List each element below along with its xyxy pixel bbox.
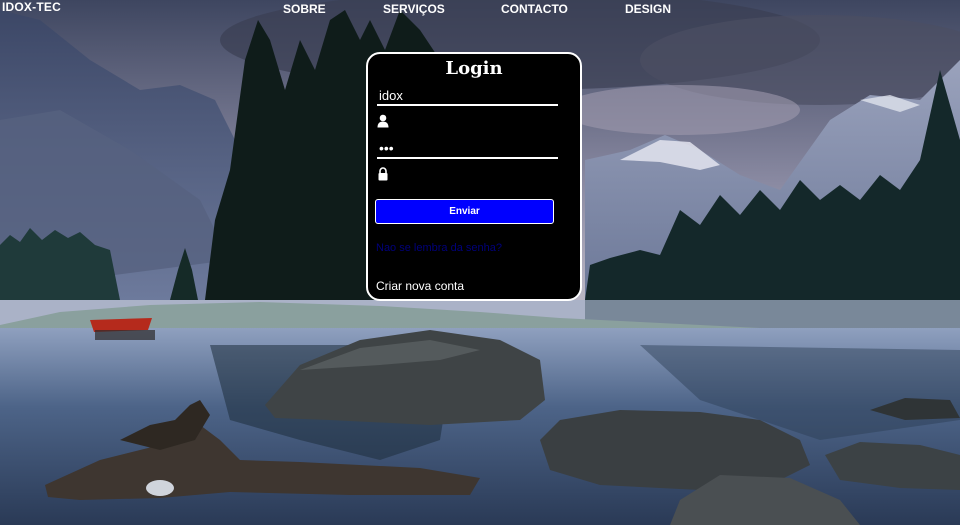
submit-button[interactable]: Enviar [375, 199, 554, 224]
forgot-password-link[interactable]: Nao se lembra da senha? [376, 242, 502, 254]
user-icon [377, 114, 389, 128]
login-panel: Login Enviar Nao se lembra da senha? Cri… [366, 52, 582, 301]
lock-icon [378, 167, 388, 181]
nav-link-contacto[interactable]: CONTACTO [501, 2, 568, 16]
create-account-link[interactable]: Criar nova conta [376, 279, 464, 293]
nav-link-servicos[interactable]: SERVIÇOS [383, 2, 445, 16]
username-input[interactable] [377, 86, 558, 106]
login-title: Login [445, 58, 503, 79]
page: IDOX-TEC SOBRE SERVIÇOS CONTACTO DESIGN … [0, 0, 960, 525]
nav-link-sobre[interactable]: SOBRE [283, 2, 326, 16]
password-input[interactable] [377, 139, 558, 159]
site-logo-text[interactable]: IDOX-TEC [2, 0, 61, 14]
nav-link-design[interactable]: DESIGN [625, 2, 671, 16]
